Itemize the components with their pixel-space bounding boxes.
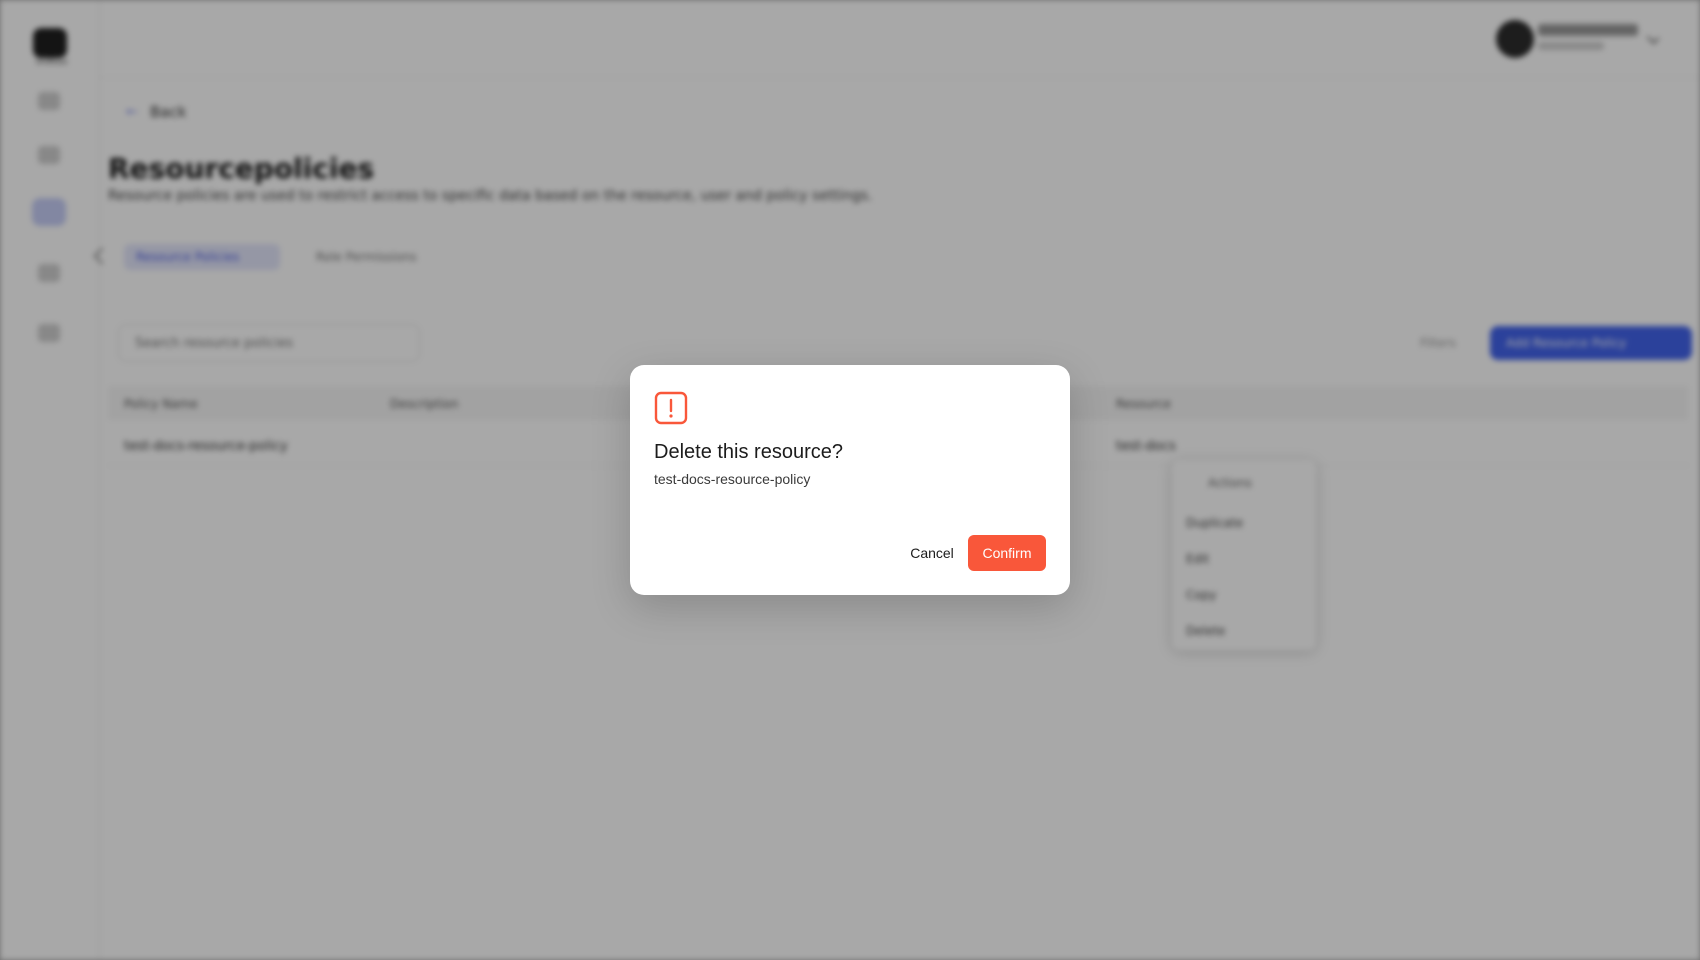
delete-confirm-dialog: Delete this resource? test-docs-resource…	[630, 365, 1070, 595]
cancel-button[interactable]: Cancel	[890, 535, 974, 571]
dialog-subtitle: test-docs-resource-policy	[654, 471, 811, 487]
confirm-button[interactable]: Confirm	[968, 535, 1046, 571]
alert-icon	[654, 391, 688, 425]
dialog-title: Delete this resource?	[654, 441, 843, 463]
